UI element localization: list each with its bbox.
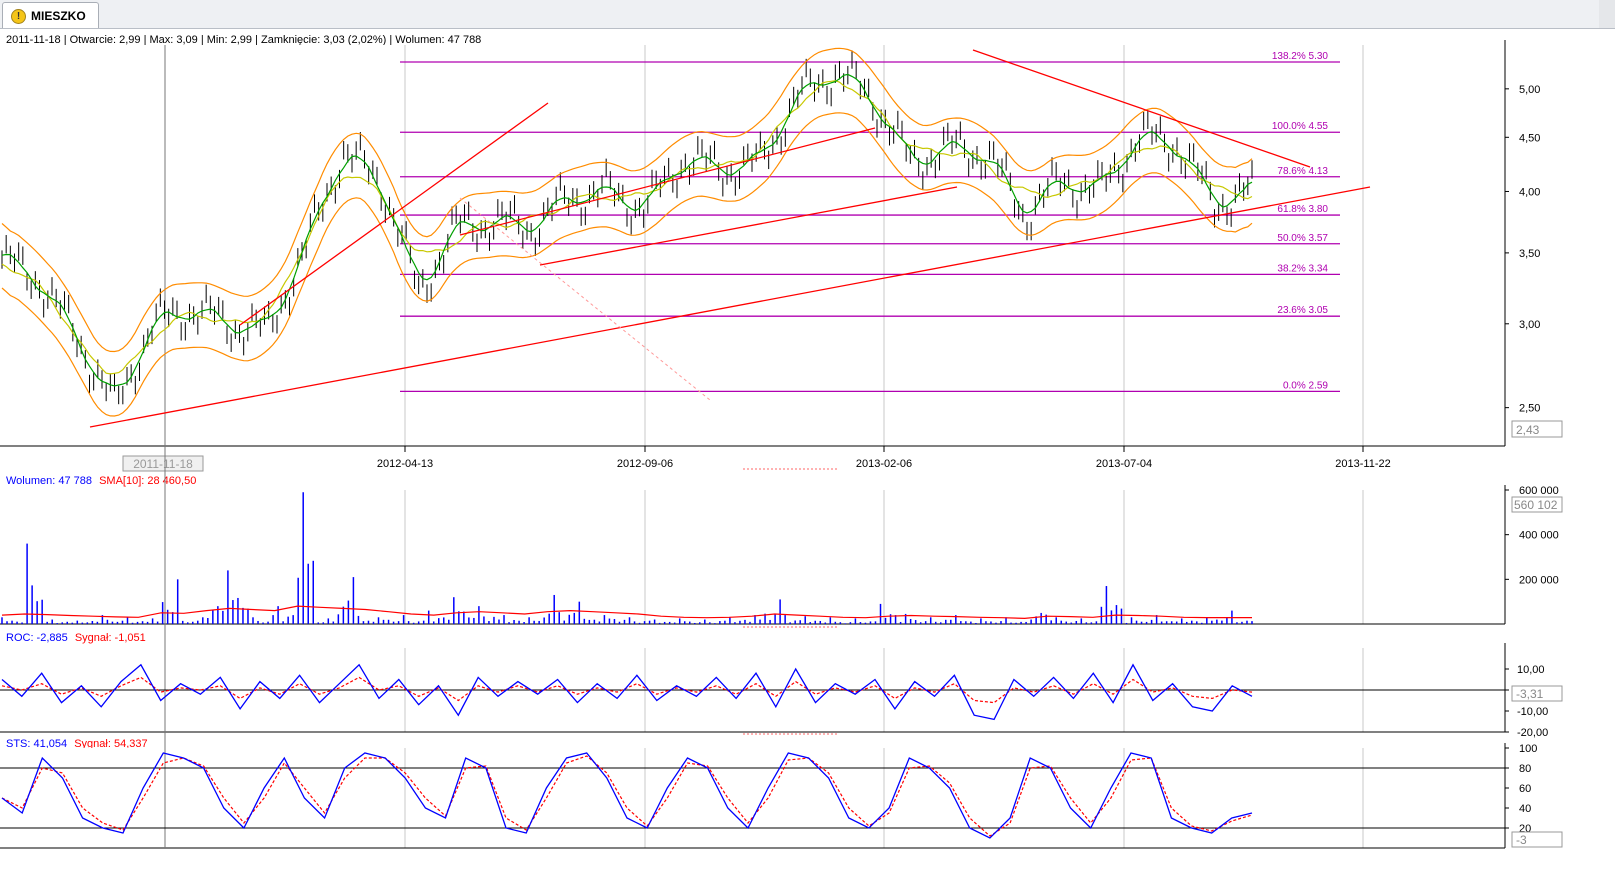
date-tick-label: 2013-11-22 (1335, 458, 1390, 470)
fibonacci-label: 38.2% 3.34 (1277, 263, 1328, 274)
sts-y-tick-label: 100 (1519, 743, 1537, 755)
panel-bg-volume (0, 490, 1505, 624)
date-tick-label: 2013-02-06 (856, 458, 912, 470)
date-tick-label: 2013-07-04 (1096, 458, 1152, 470)
date-tick-label: 2012-04-13 (377, 458, 433, 470)
volume-current-value: 560 102 (1514, 498, 1558, 512)
roc-y-tick-label: -10,00 (1517, 706, 1548, 718)
fibonacci-label: 0.0% 2.59 (1283, 380, 1328, 391)
roc-current-value: -3,31 (1516, 687, 1544, 701)
panel-bg-price (0, 45, 1505, 446)
price-current-value: 2,43 (1516, 423, 1540, 437)
fibonacci-label: 100.0% 4.55 (1272, 121, 1329, 132)
roc-y-tick-label: 10,00 (1517, 664, 1545, 676)
volume-y-tick-label: 400 000 (1519, 530, 1559, 542)
chart-canvas[interactable]: 5,00 4,50 4,00 3,50 3,00 2,50 2,43 2012-04-13 20… (0, 0, 1615, 878)
price-y-tick-label: 2,50 (1519, 403, 1540, 415)
price-y-tick-label: 4,50 (1519, 132, 1540, 144)
date-tick-label: 2012-09-06 (617, 458, 673, 470)
sts-y-tick-label: 80 (1519, 763, 1531, 775)
fibonacci-label: 50.0% 3.57 (1277, 233, 1328, 244)
fibonacci-label: 138.2% 5.30 (1272, 51, 1329, 62)
price-y-tick-label: 4,00 (1519, 186, 1540, 198)
panel-bg-sts (0, 748, 1505, 848)
fibonacci-label: 23.6% 3.05 (1277, 305, 1328, 316)
volume-y-tick-label: 200 000 (1519, 574, 1559, 586)
fibonacci-label: 61.8% 3.80 (1277, 204, 1328, 215)
volume-y-tick-label: 600 000 (1519, 485, 1559, 497)
price-y-tick-label: 3,00 (1519, 319, 1540, 331)
cursor-date-label: 2011-11-18 (133, 457, 193, 471)
sts-y-tick-label: 40 (1519, 803, 1531, 815)
sts-y-tick-label: 60 (1519, 783, 1531, 795)
roc-y-tick-label: -20,00 (1517, 727, 1548, 739)
price-y-tick-label: 3,50 (1519, 248, 1540, 260)
fibonacci-label: 78.6% 4.13 (1277, 166, 1328, 177)
sts-current-value: -3 (1516, 833, 1527, 847)
price-y-tick-label: 5,00 (1519, 84, 1540, 96)
